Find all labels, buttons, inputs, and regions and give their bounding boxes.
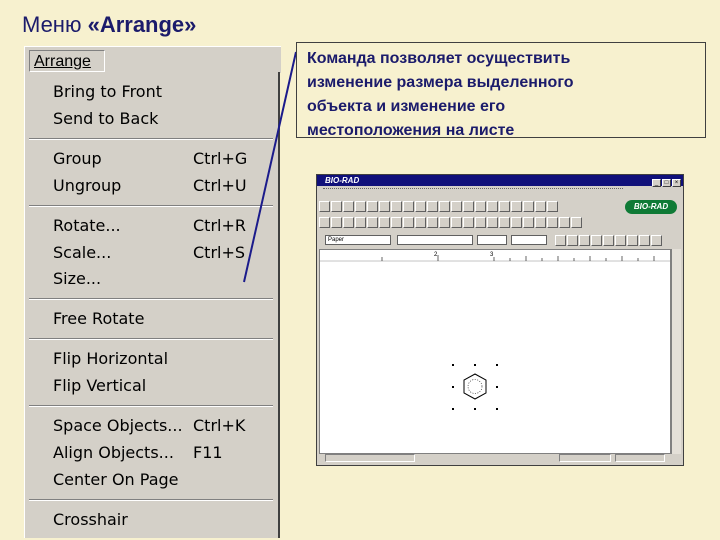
rect-icon[interactable] <box>343 217 354 228</box>
callout-line: Команда позволяет осуществить <box>307 50 571 67</box>
app-window-screenshot: BIO-RAD _ □ × BIO-RAD Paper 2 3 <box>316 174 684 466</box>
text-icon[interactable] <box>439 201 450 212</box>
align-left-icon[interactable] <box>615 235 626 246</box>
selection-handle <box>496 386 498 388</box>
align-center-icon[interactable] <box>627 235 638 246</box>
selection-handle <box>474 408 476 410</box>
italic-icon[interactable] <box>567 235 578 246</box>
front-icon[interactable] <box>559 217 570 228</box>
pen-icon[interactable] <box>391 217 402 228</box>
undo-icon[interactable] <box>367 201 378 212</box>
selection-handle <box>452 364 454 366</box>
wedge-icon[interactable] <box>439 217 450 228</box>
status-cell <box>559 454 611 462</box>
line-icon[interactable] <box>331 217 342 228</box>
eraser-icon[interactable] <box>403 217 414 228</box>
selection-handle <box>496 408 498 410</box>
charge-icon[interactable] <box>487 217 498 228</box>
benzene-ring-circle <box>467 379 483 394</box>
save-icon[interactable] <box>343 201 354 212</box>
hash-icon[interactable] <box>451 217 462 228</box>
open-icon[interactable] <box>331 201 342 212</box>
copy-icon[interactable] <box>403 201 414 212</box>
toolbar-drawing <box>319 215 681 229</box>
vertical-scrollbar[interactable] <box>671 249 681 454</box>
align-right-icon[interactable] <box>639 235 650 246</box>
justify-icon[interactable] <box>651 235 662 246</box>
ellipse-icon[interactable] <box>355 217 366 228</box>
toolbar-format <box>555 233 681 247</box>
ring-icon[interactable] <box>475 201 486 212</box>
menubar-items-blurred <box>323 188 623 192</box>
flip-icon[interactable] <box>547 217 558 228</box>
callout-line: местоположения на листе <box>307 122 515 139</box>
font-name-combo[interactable] <box>397 235 473 245</box>
align-icon[interactable] <box>523 217 534 228</box>
label-icon[interactable] <box>499 217 510 228</box>
benzene-icon[interactable] <box>427 217 438 228</box>
underline-icon[interactable] <box>579 235 590 246</box>
rotate-icon[interactable] <box>535 217 546 228</box>
polygon-icon[interactable] <box>367 217 378 228</box>
app-logo: BIO-RAD <box>325 176 360 185</box>
status-bar <box>319 454 681 463</box>
app-titlebar: BIO-RAD _ □ × <box>317 175 683 187</box>
ruler: 2 3 <box>320 252 670 262</box>
bracket-icon[interactable] <box>535 201 546 212</box>
status-cell <box>325 454 415 462</box>
callout-box: Команда позволяет осуществить изменение … <box>296 42 706 139</box>
ruler-label: 2 <box>434 252 438 258</box>
bond-icon[interactable] <box>463 201 474 212</box>
app-menubar <box>317 186 683 196</box>
print-icon[interactable] <box>355 201 366 212</box>
template-icon[interactable] <box>547 201 558 212</box>
biorad-badge: BIO-RAD <box>625 200 677 214</box>
font-size-combo[interactable] <box>477 235 507 245</box>
new-icon[interactable] <box>319 201 330 212</box>
paste-icon[interactable] <box>415 201 426 212</box>
selected-hexagon-object[interactable] <box>450 362 502 414</box>
selection-handle <box>452 408 454 410</box>
triple-bond-icon[interactable] <box>475 217 486 228</box>
back-icon[interactable] <box>571 217 582 228</box>
shape-icon[interactable] <box>499 201 510 212</box>
cut-icon[interactable] <box>391 201 402 212</box>
double-bond-icon[interactable] <box>463 217 474 228</box>
hexagon-shape <box>463 373 487 400</box>
redo-icon[interactable] <box>379 201 390 212</box>
atom-icon[interactable] <box>523 201 534 212</box>
group-icon[interactable] <box>511 217 522 228</box>
status-cell <box>615 454 665 462</box>
ruler-label: 3 <box>490 252 494 258</box>
hexagon-icon[interactable] <box>415 217 426 228</box>
bold-icon[interactable] <box>555 235 566 246</box>
color-combo[interactable] <box>511 235 547 245</box>
fill-icon[interactable] <box>379 217 390 228</box>
font-style-combo[interactable]: Paper <box>325 235 391 245</box>
lasso-icon[interactable] <box>451 201 462 212</box>
select-icon[interactable] <box>319 217 330 228</box>
superscript-icon[interactable] <box>603 235 614 246</box>
font-style-value: Paper <box>328 237 345 243</box>
subscript-icon[interactable] <box>591 235 602 246</box>
arrow-icon[interactable] <box>487 201 498 212</box>
chain-icon[interactable] <box>511 201 522 212</box>
drawing-canvas[interactable]: 2 3 <box>319 249 671 454</box>
selection-handle <box>474 364 476 366</box>
zoom-icon[interactable] <box>427 201 438 212</box>
selection-handle <box>496 364 498 366</box>
callout-line: объекта и изменение его <box>307 98 506 115</box>
selection-handle <box>452 386 454 388</box>
callout-line: изменение размера выделенного <box>307 74 574 91</box>
